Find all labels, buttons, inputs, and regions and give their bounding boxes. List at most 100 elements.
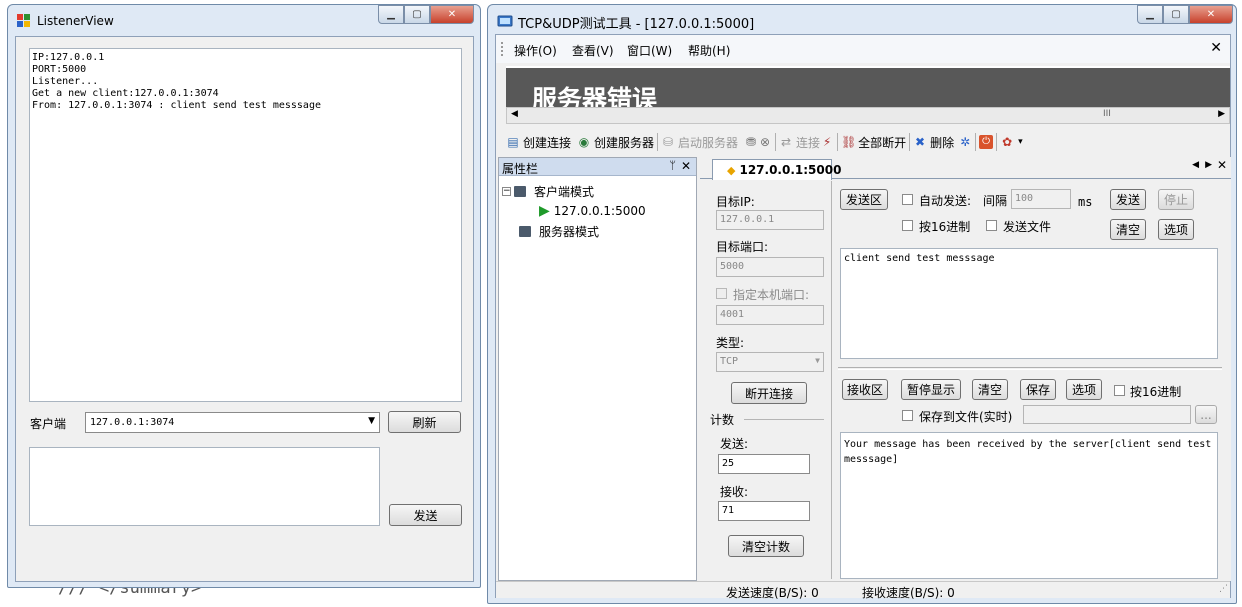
disconnect-icon[interactable]: ⚡ bbox=[820, 135, 834, 149]
send-button[interactable]: 发送 bbox=[389, 504, 462, 526]
tree-client-mode[interactable]: − 客户端模式 bbox=[502, 183, 594, 200]
tab-strip: ◆ 127.0.0.1:5000 ◀ ▶ ✕ bbox=[700, 157, 1231, 180]
tab-next-icon[interactable]: ▶ bbox=[1205, 160, 1212, 170]
send-hex-checkbox[interactable] bbox=[902, 220, 913, 231]
panel-close-icon[interactable]: ✕ bbox=[681, 159, 691, 173]
status-bar: 发送速度(B/S): 0 接收速度(B/S): 0 ⋰ bbox=[496, 581, 1230, 600]
tool-window: TCP&UDP测试工具 - [127.0.0.1:5000] ▁ ▢ ✕ 操作(… bbox=[487, 4, 1237, 604]
banner-text: 服务器错误 bbox=[532, 85, 658, 107]
tool-close-button[interactable]: ✕ bbox=[1189, 5, 1233, 24]
start-server-button[interactable]: ⛁ 启动服务器 bbox=[661, 131, 738, 153]
refresh-button[interactable]: 刷新 bbox=[388, 411, 461, 433]
recv-area-button[interactable]: 接收区 bbox=[842, 379, 888, 400]
auto-send-checkbox[interactable] bbox=[902, 194, 913, 205]
target-port-input[interactable]: 5000 bbox=[716, 257, 824, 277]
resize-grip-icon[interactable]: ⋰ bbox=[1219, 584, 1228, 594]
target-port-label: 目标端口: bbox=[716, 240, 769, 254]
recv-options-button[interactable]: 选项 bbox=[1066, 379, 1102, 400]
pause-display-button[interactable]: 暂停显示 bbox=[901, 379, 961, 400]
count-divider bbox=[744, 419, 824, 420]
maximize-button[interactable]: ▢ bbox=[404, 5, 430, 24]
menu-help[interactable]: 帮助(H) bbox=[688, 42, 730, 59]
scroll-thumb-grip[interactable]: III bbox=[1103, 109, 1111, 119]
send-options-button[interactable]: 选项 bbox=[1158, 219, 1194, 240]
toolbar-overflow-icon[interactable]: ▾ bbox=[1018, 137, 1023, 147]
client-label: 客户端 bbox=[30, 417, 67, 431]
recv-hex-checkbox[interactable] bbox=[1114, 385, 1125, 396]
send-file-checkbox[interactable] bbox=[986, 220, 997, 231]
tool-minimize-button[interactable]: ▁ bbox=[1137, 5, 1163, 24]
save-path-input[interactable] bbox=[1023, 405, 1191, 424]
connect-button[interactable]: ⇄ 连接 bbox=[779, 131, 820, 153]
help-icon[interactable]: ✿ bbox=[1000, 135, 1014, 149]
mdi-close-icon[interactable]: ✕ bbox=[1210, 40, 1222, 56]
recv-clear-button[interactable]: 清空 bbox=[972, 379, 1008, 400]
cancel-icon[interactable]: ⊗ bbox=[758, 135, 772, 149]
interval-label: 间隔 bbox=[983, 194, 1008, 208]
type-dropdown-arrow-icon[interactable]: ▼ bbox=[815, 356, 820, 365]
log-line: Listener... bbox=[32, 76, 99, 87]
menu-operate[interactable]: 操作(O) bbox=[514, 42, 557, 59]
client-combobox[interactable]: 127.0.0.1:3074 ▼ bbox=[85, 412, 380, 433]
menu-view[interactable]: 查看(V) bbox=[572, 42, 614, 59]
splitter[interactable] bbox=[838, 367, 1222, 370]
save-to-file-label: 保存到文件(实时) bbox=[919, 410, 1013, 424]
send-now-button[interactable]: 发送 bbox=[1110, 189, 1146, 210]
dropdown-arrow-icon[interactable]: ▼ bbox=[368, 416, 375, 426]
banner-hscrollbar[interactable]: ◀ III ▶ bbox=[506, 107, 1230, 124]
stop-server-icon[interactable]: ⛃ bbox=[744, 135, 758, 149]
type-select[interactable]: TCP ▼ bbox=[716, 352, 824, 372]
tool-maximize-button[interactable]: ▢ bbox=[1163, 5, 1189, 24]
tab-prev-icon[interactable]: ◀ bbox=[1192, 160, 1199, 170]
send-area-button[interactable]: 发送区 bbox=[840, 189, 888, 210]
recv-count-input[interactable]: 71 bbox=[718, 501, 810, 521]
recv-textbox[interactable]: Your message has been received by the se… bbox=[840, 432, 1218, 579]
client-combobox-value: 127.0.0.1:3074 bbox=[90, 417, 175, 428]
tool-app-icon bbox=[497, 13, 513, 29]
type-select-value: TCP bbox=[720, 356, 739, 367]
tree-connection-label: 127.0.0.1:5000 bbox=[553, 204, 646, 218]
recv-save-button[interactable]: 保存 bbox=[1020, 379, 1056, 400]
error-banner: 服务器错误 bbox=[506, 66, 1230, 107]
computer-icon bbox=[514, 186, 526, 197]
create-server-button[interactable]: ◉ 创建服务器 bbox=[577, 131, 654, 153]
stop-button[interactable]: 停止 bbox=[1158, 189, 1194, 210]
delete-label: 删除 bbox=[930, 135, 955, 150]
session-area: ◆ 127.0.0.1:5000 ◀ ▶ ✕ 目标IP: 127.0.0.1 目… bbox=[700, 157, 1231, 581]
listener-title: ListenerView bbox=[37, 14, 114, 28]
collapse-icon[interactable]: − bbox=[502, 187, 511, 196]
auto-send-label: 自动发送: bbox=[919, 194, 972, 208]
clear-count-button[interactable]: 清空计数 bbox=[728, 535, 804, 557]
send-clear-button[interactable]: 清空 bbox=[1110, 219, 1146, 240]
send-textbox[interactable]: client send test messsage bbox=[840, 248, 1218, 359]
local-port-input[interactable]: 4001 bbox=[716, 305, 824, 325]
tree-connection-item[interactable]: ▶ 127.0.0.1:5000 bbox=[539, 203, 646, 219]
minimize-button[interactable]: ▁ bbox=[378, 5, 404, 24]
pin-icon[interactable]: ᛘ bbox=[669, 159, 676, 172]
local-port-checkbox[interactable] bbox=[716, 288, 727, 299]
browse-button[interactable]: ... bbox=[1195, 405, 1217, 424]
menu-window[interactable]: 窗口(W) bbox=[627, 42, 672, 59]
target-ip-input[interactable]: 127.0.0.1 bbox=[716, 210, 824, 230]
save-to-file-checkbox[interactable] bbox=[902, 410, 913, 421]
disconnect-all-button[interactable]: ⛓ 全部断开 bbox=[841, 131, 906, 153]
delete-button[interactable]: ✖ 删除 bbox=[913, 131, 954, 153]
tab-127-0-0-1-5000[interactable]: ◆ 127.0.0.1:5000 bbox=[712, 159, 841, 180]
scroll-left-arrow-icon[interactable]: ◀ bbox=[511, 109, 518, 119]
delete-x-icon: ✖ bbox=[915, 135, 926, 149]
message-input[interactable] bbox=[29, 447, 380, 526]
create-connection-button[interactable]: ▤ 创建连接 bbox=[506, 131, 571, 153]
tree-server-mode[interactable]: 服务器模式 bbox=[519, 223, 599, 240]
tab-close-icon[interactable]: ✕ bbox=[1217, 158, 1227, 172]
log-textbox[interactable]: IP:127.0.0.1 PORT:5000 Listener... Get a… bbox=[29, 48, 462, 402]
send-count-input[interactable]: 25 bbox=[718, 454, 810, 474]
scroll-right-arrow-icon[interactable]: ▶ bbox=[1218, 109, 1225, 119]
disconnect-button[interactable]: 断开连接 bbox=[731, 382, 807, 404]
power-icon[interactable]: ⏻ bbox=[979, 135, 994, 149]
close-button[interactable]: ✕ bbox=[430, 5, 474, 24]
interval-input[interactable]: 100 bbox=[1011, 189, 1071, 209]
type-label: 类型: bbox=[716, 336, 745, 350]
settings-icon[interactable]: ✲ bbox=[958, 135, 972, 149]
connect-icon: ⇄ bbox=[781, 135, 792, 149]
network-icon: ⛓ bbox=[841, 135, 857, 149]
